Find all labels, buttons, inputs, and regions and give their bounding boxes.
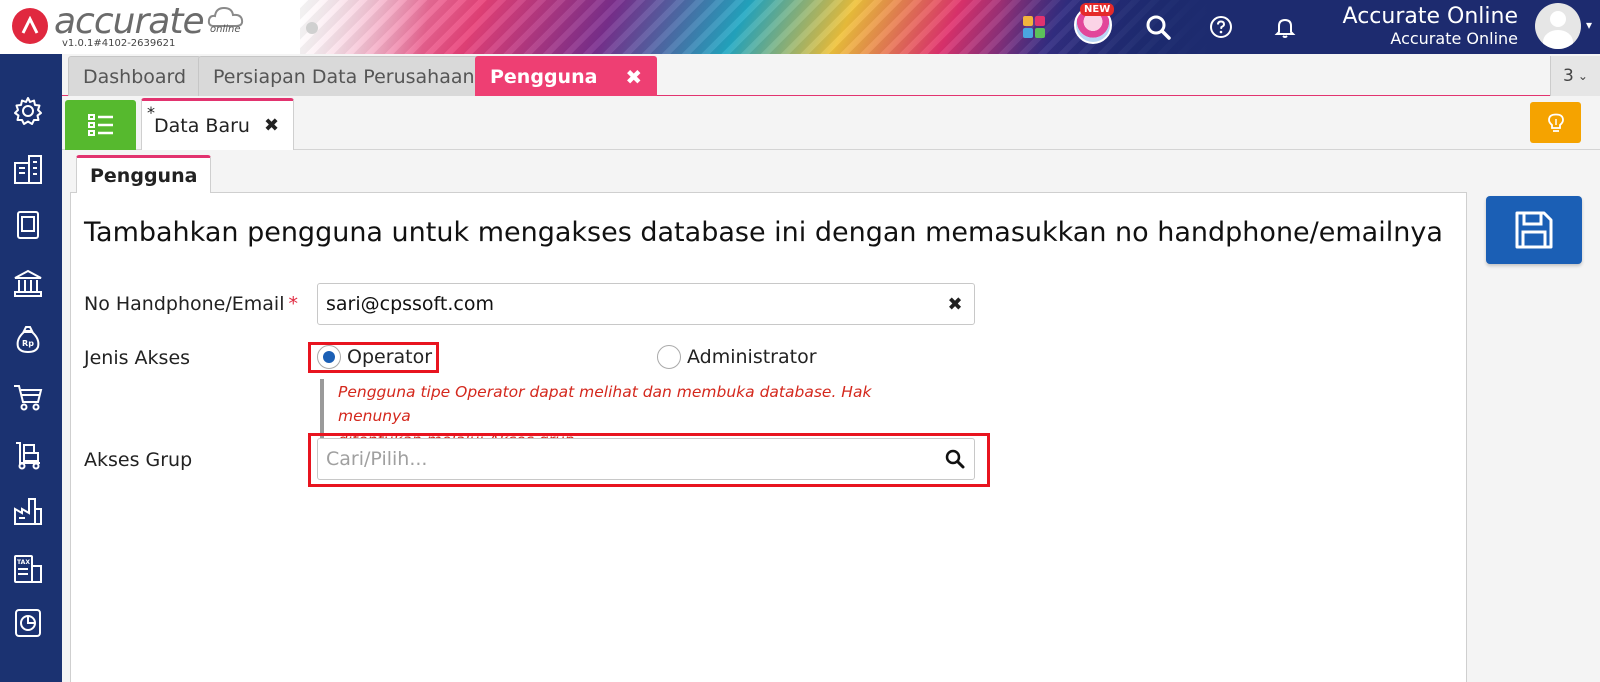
- list-icon: [87, 114, 113, 136]
- accurate-logo-icon: [12, 8, 48, 44]
- tab-section-pengguna[interactable]: Pengguna: [76, 155, 212, 193]
- user-avatar-icon[interactable]: [1535, 3, 1581, 49]
- factory-icon[interactable]: [11, 494, 45, 528]
- radio-administrator[interactable]: Administrator: [657, 345, 817, 369]
- tab-count: 3: [1563, 66, 1574, 86]
- app-version: v1.0.1#4102-2639621: [62, 38, 176, 49]
- close-icon[interactable]: ✖: [625, 65, 642, 89]
- tip-button[interactable]: [1530, 102, 1581, 143]
- main-tab-bar: Dashboard Persiapan Data Perusahaan Peng…: [62, 54, 1600, 96]
- document-tab-bar: * Data Baru ✖: [62, 96, 1600, 150]
- cart-icon[interactable]: [11, 380, 45, 414]
- help-icon[interactable]: [1204, 10, 1238, 44]
- highlight-box: [308, 433, 990, 487]
- tab-label: Pengguna: [490, 65, 598, 88]
- top-bar: accurate online v1.0.1#4102-2639621 NEW …: [0, 0, 1600, 54]
- gear-icon[interactable]: [11, 94, 45, 128]
- content-area: Pengguna Tambahkan pengguna untuk mengak…: [62, 150, 1600, 682]
- logo-sub-text: online: [210, 24, 241, 35]
- bell-icon[interactable]: [1268, 10, 1302, 44]
- lightbulb-icon: [1547, 113, 1564, 132]
- access-label: Jenis Akses: [84, 347, 191, 369]
- save-icon: [1515, 211, 1553, 249]
- building-icon[interactable]: [11, 152, 45, 186]
- hand-truck-icon[interactable]: [11, 438, 45, 472]
- highlight-box: [308, 342, 439, 373]
- radio-button[interactable]: [657, 345, 681, 369]
- bank-icon[interactable]: [11, 266, 45, 300]
- sidebar: Rp TAX: [0, 54, 62, 682]
- unsaved-marker: *: [147, 103, 155, 122]
- save-button[interactable]: [1486, 196, 1582, 264]
- svg-text:TAX: TAX: [17, 559, 30, 566]
- report-icon[interactable]: [11, 606, 45, 640]
- group-label: Akses Grup: [84, 449, 193, 471]
- chevron-down-icon[interactable]: ▾: [1586, 18, 1592, 32]
- tab-persiapan-data-perusahaan[interactable]: Persiapan Data Perusahaan: [198, 56, 490, 96]
- apps-icon[interactable]: [1017, 10, 1051, 44]
- tab-label: Data Baru: [154, 114, 250, 137]
- contact-value: sari@cpssoft.com: [326, 293, 494, 315]
- required-mark: *: [288, 293, 298, 315]
- status-dot: [306, 22, 318, 34]
- clear-icon[interactable]: ✖: [944, 294, 966, 315]
- money-bag-icon[interactable]: Rp: [11, 322, 45, 356]
- close-icon[interactable]: ✖: [264, 115, 279, 136]
- contact-field[interactable]: sari@cpssoft.com ✖: [317, 283, 975, 325]
- tab-data-baru[interactable]: * Data Baru ✖: [141, 98, 295, 150]
- contact-label: No Handphone/Email *: [84, 293, 298, 315]
- tab-dashboard[interactable]: Dashboard: [68, 56, 202, 96]
- tab-count-dropdown[interactable]: 3 ⌄: [1550, 56, 1600, 96]
- svg-text:Rp: Rp: [22, 339, 34, 348]
- tab-pengguna[interactable]: Pengguna ✖: [475, 56, 658, 96]
- book-icon[interactable]: [11, 208, 45, 242]
- section-tab-label: Pengguna: [90, 164, 198, 187]
- radio-label: Administrator: [687, 346, 817, 368]
- logo-text: accurate: [54, 1, 205, 42]
- chevron-down-icon: ⌄: [1577, 69, 1588, 83]
- list-button[interactable]: [65, 100, 136, 150]
- tab-label: Dashboard: [83, 65, 187, 88]
- search-icon[interactable]: [1141, 10, 1175, 44]
- new-badge: NEW: [1080, 3, 1115, 16]
- form-panel: Tambahkan pengguna untuk mengakses datab…: [70, 192, 1467, 682]
- tab-label: Persiapan Data Perusahaan: [213, 65, 475, 88]
- tax-icon[interactable]: TAX: [11, 552, 45, 586]
- user-company: Accurate Online: [1390, 29, 1518, 48]
- user-name: Accurate Online: [1342, 4, 1518, 29]
- page-title: Tambahkan pengguna untuk mengakses datab…: [84, 217, 1443, 248]
- user-info[interactable]: Accurate Online Accurate Online: [1343, 4, 1518, 48]
